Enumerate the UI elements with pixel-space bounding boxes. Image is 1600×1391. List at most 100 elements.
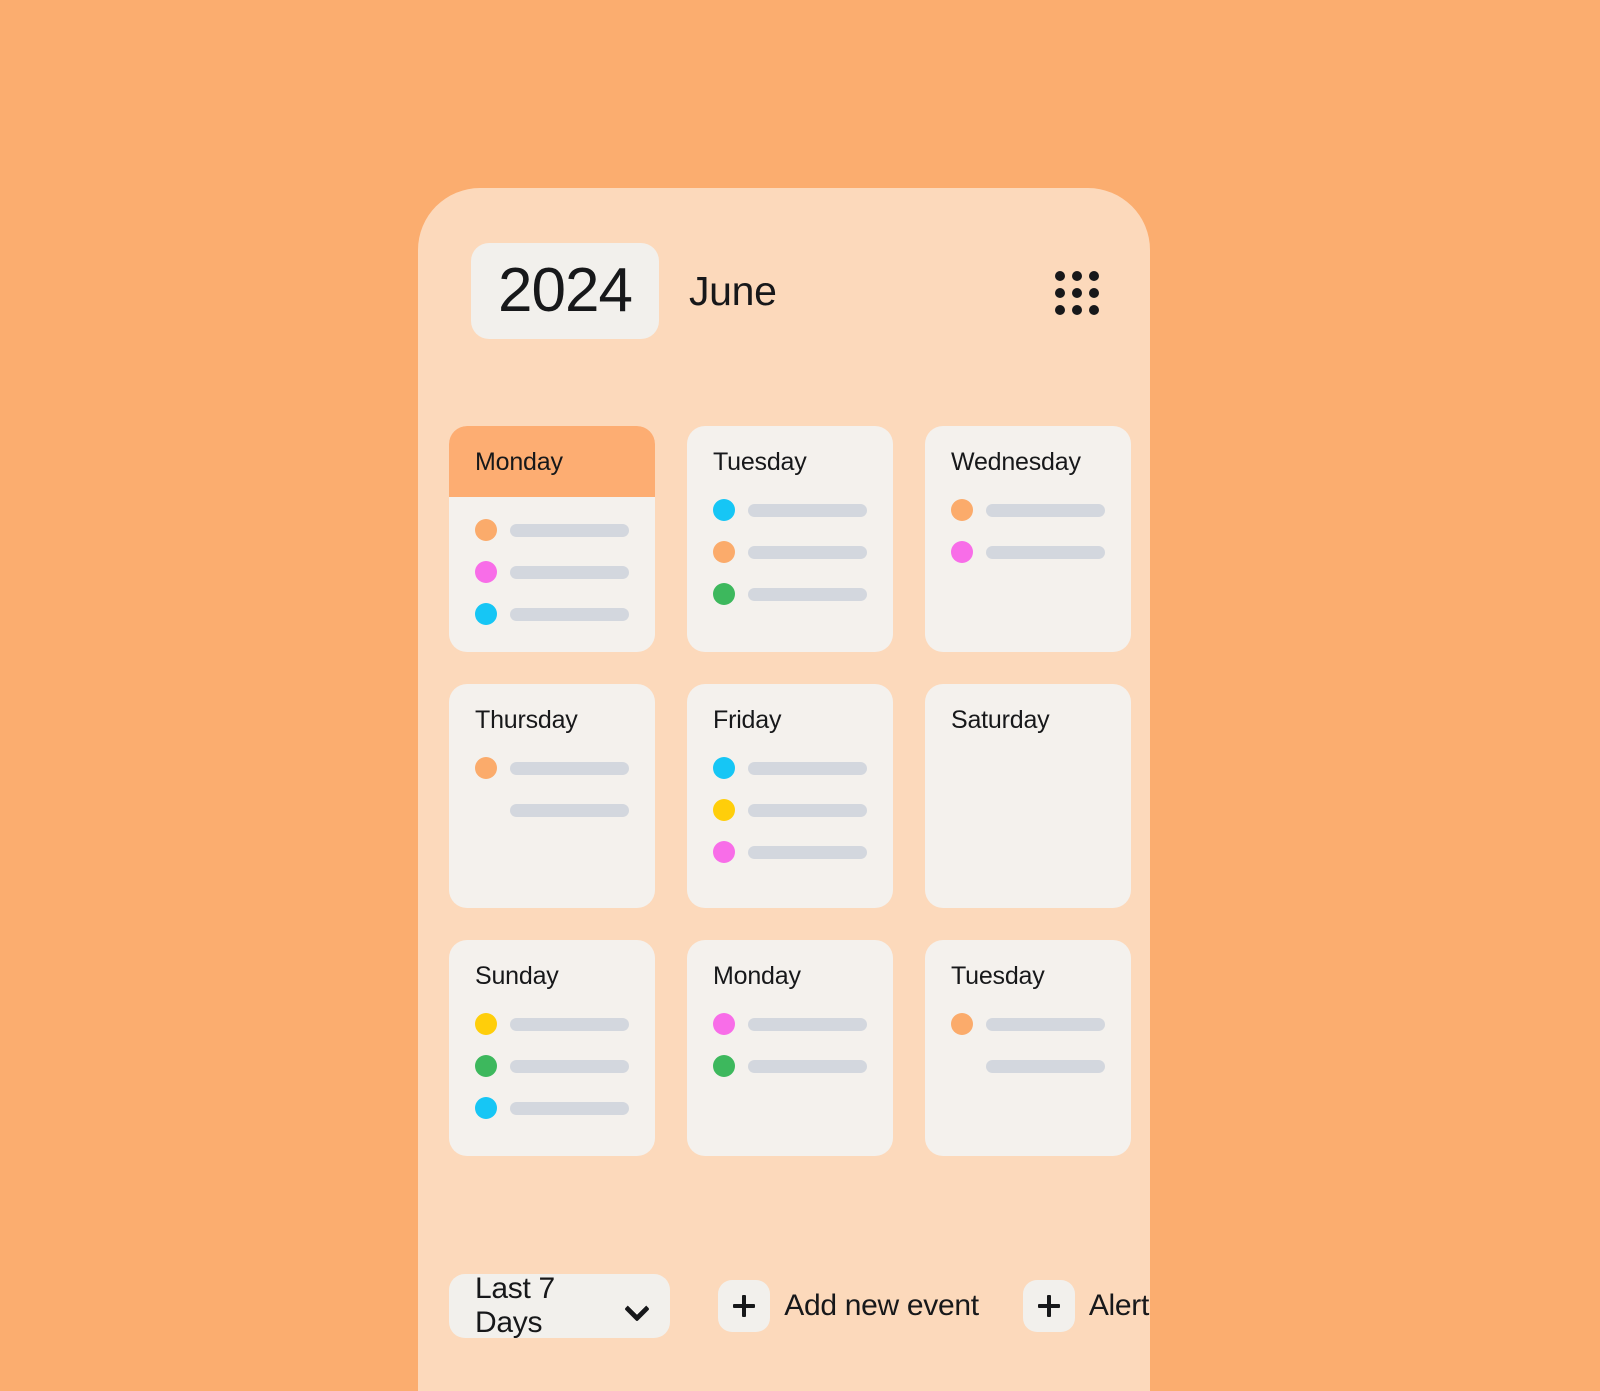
- event-title-placeholder: [748, 1059, 867, 1073]
- event-color-dot: [475, 757, 497, 779]
- grid-dot: [1055, 271, 1065, 281]
- add-new-event-label: Add new event: [784, 1289, 979, 1322]
- event-item[interactable]: [951, 541, 1105, 563]
- event-title-placeholder: [986, 1059, 1105, 1073]
- grid-dot: [1089, 271, 1099, 281]
- year-badge[interactable]: 2024: [471, 243, 659, 339]
- event-color-dot: [475, 1013, 497, 1035]
- event-item[interactable]: [713, 757, 867, 779]
- event-item[interactable]: [475, 1013, 629, 1035]
- event-list: [925, 991, 1131, 1156]
- grid-dot: [1055, 288, 1065, 298]
- event-list: [925, 477, 1131, 652]
- day-card-title: Thursday: [475, 706, 578, 734]
- event-item[interactable]: [713, 499, 867, 521]
- event-list: [449, 735, 655, 908]
- event-dot-spacer: [475, 799, 497, 821]
- day-grid: Monday Tuesday Wednesday Thursday Friday Satu…: [449, 426, 1150, 1156]
- event-color-dot: [713, 541, 735, 563]
- grid-dot: [1072, 305, 1082, 315]
- event-color-dot: [713, 499, 735, 521]
- event-title-placeholder: [510, 803, 629, 817]
- event-item[interactable]: [713, 541, 867, 563]
- event-color-dot: [713, 1013, 735, 1035]
- event-color-dot: [475, 1097, 497, 1119]
- event-item[interactable]: [475, 757, 629, 779]
- day-card-thursday[interactable]: Thursday: [449, 684, 655, 908]
- event-title-placeholder: [510, 1017, 629, 1031]
- event-item[interactable]: [951, 1013, 1105, 1035]
- event-title-placeholder: [986, 503, 1105, 517]
- day-card-tuesday[interactable]: Tuesday: [687, 426, 893, 652]
- grid-dot: [1072, 288, 1082, 298]
- phone-frame: 2024 June Monday Tuesday Wednesday Thursday…: [418, 188, 1150, 1391]
- event-title-placeholder: [748, 587, 867, 601]
- event-list: [687, 735, 893, 908]
- event-title-placeholder: [510, 607, 629, 621]
- event-color-dot: [475, 603, 497, 625]
- event-item[interactable]: [713, 583, 867, 605]
- event-item[interactable]: [713, 1013, 867, 1035]
- event-title-placeholder: [986, 1017, 1105, 1031]
- day-card-monday[interactable]: Monday: [687, 940, 893, 1156]
- event-color-dot: [951, 541, 973, 563]
- event-item[interactable]: [475, 1097, 629, 1119]
- event-color-dot: [475, 1055, 497, 1077]
- event-list: [687, 991, 893, 1156]
- event-title-placeholder: [748, 503, 867, 517]
- day-card-title: Saturday: [951, 706, 1050, 734]
- event-color-dot: [713, 583, 735, 605]
- event-item[interactable]: [713, 799, 867, 821]
- chevron-down-icon: [627, 1300, 645, 1312]
- day-card-title: Tuesday: [713, 448, 807, 476]
- alert-label: Alert: [1088, 1289, 1149, 1322]
- event-title-placeholder: [510, 1059, 629, 1073]
- day-card-title: Sunday: [475, 962, 559, 990]
- event-item[interactable]: [713, 841, 867, 863]
- day-card-wednesday[interactable]: Wednesday: [925, 426, 1131, 652]
- day-grid-row: Monday Tuesday Wednesday: [449, 426, 1150, 652]
- event-list: [925, 735, 1131, 908]
- grid-dot: [1089, 305, 1099, 315]
- event-title-placeholder: [510, 523, 629, 537]
- event-item[interactable]: [475, 603, 629, 625]
- event-color-dot: [713, 757, 735, 779]
- day-card-title: Tuesday: [951, 962, 1045, 990]
- event-item[interactable]: [475, 799, 629, 821]
- event-title-placeholder: [748, 803, 867, 817]
- day-grid-row: Sunday Monday Tuesday: [449, 940, 1150, 1156]
- add-new-event-action[interactable]: Add new event: [718, 1280, 979, 1332]
- event-title-placeholder: [748, 845, 867, 859]
- event-color-dot: [475, 561, 497, 583]
- event-item[interactable]: [475, 561, 629, 583]
- event-color-dot: [713, 841, 735, 863]
- month-label: June: [688, 267, 777, 314]
- day-card-title: Monday: [449, 426, 655, 497]
- bottom-toolbar: Last 7 Days Add new event Alert: [449, 1272, 1149, 1339]
- event-title-placeholder: [986, 545, 1105, 559]
- event-item[interactable]: [951, 499, 1105, 521]
- day-card-sunday[interactable]: Sunday: [449, 940, 655, 1156]
- grid-dots-icon[interactable]: [1053, 269, 1099, 315]
- event-title-placeholder: [510, 1101, 629, 1115]
- event-item[interactable]: [951, 1055, 1105, 1077]
- event-item[interactable]: [475, 1055, 629, 1077]
- day-grid-row: Thursday Friday Saturday: [449, 684, 1150, 908]
- event-color-dot: [475, 519, 497, 541]
- range-select[interactable]: Last 7 Days: [449, 1272, 671, 1339]
- event-item[interactable]: [713, 1055, 867, 1077]
- event-dot-spacer: [951, 1055, 973, 1077]
- event-color-dot: [713, 799, 735, 821]
- day-card-title: Monday: [713, 962, 801, 990]
- alert-action[interactable]: Alert: [1022, 1280, 1149, 1332]
- day-card-tuesday[interactable]: Tuesday: [925, 940, 1131, 1156]
- range-select-value: Last 7 Days: [475, 1272, 555, 1339]
- day-card-saturday[interactable]: Saturday: [925, 684, 1131, 908]
- plus-icon[interactable]: [718, 1280, 771, 1332]
- grid-dot: [1072, 271, 1082, 281]
- event-item[interactable]: [475, 519, 629, 541]
- event-list: [449, 497, 655, 652]
- plus-icon[interactable]: [1022, 1280, 1075, 1332]
- day-card-monday[interactable]: Monday: [449, 426, 655, 652]
- day-card-friday[interactable]: Friday: [687, 684, 893, 908]
